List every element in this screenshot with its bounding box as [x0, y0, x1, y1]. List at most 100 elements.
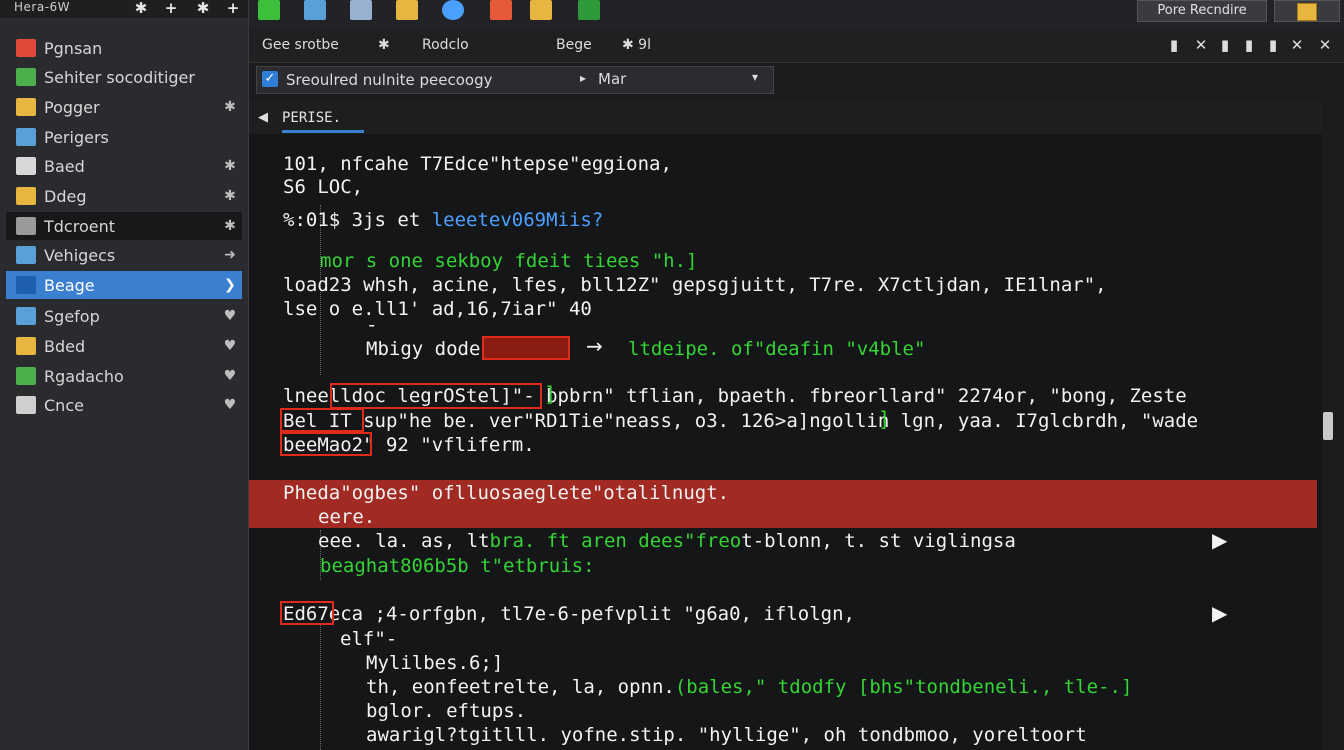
code-token: %:01$ 3js et — [283, 209, 432, 231]
code-line: beaghat806b5b t"etbruis: — [320, 555, 595, 577]
sidebar-item[interactable]: Sehiter socoditiger — [6, 63, 242, 91]
document-icon — [16, 307, 36, 325]
code-line: Ed67eca ;4-orfgbn, tl7e-6-pefvplit "g6a0… — [283, 603, 855, 625]
code-token: th, eonfeetrelte, la, opnn. — [366, 676, 675, 698]
sidebar-item[interactable]: Bded ♥ — [6, 332, 242, 360]
sidebar-item[interactable]: Pgnsan — [6, 34, 242, 62]
sidebar-item[interactable]: Cnce ♥ — [6, 391, 242, 419]
tab-file[interactable]: PERISE. — [282, 110, 341, 126]
tab-indicator — [282, 130, 364, 133]
folder-icon — [16, 68, 36, 86]
close-icon[interactable]: ✕ — [1286, 36, 1308, 54]
arrow-right-icon[interactable]: ➜ — [218, 247, 242, 263]
asterisk-icon[interactable]: ✱ — [192, 0, 214, 16]
code-line: Pheda"ogbes" oflluosaeglete"otalilnugt. — [283, 482, 730, 504]
pin-icon[interactable]: ✱ — [218, 158, 242, 174]
menu-item[interactable]: ✱ — [378, 37, 390, 53]
document-icon — [16, 367, 36, 385]
code-token: t-blonn, t. st viglingsa — [741, 530, 1016, 552]
code-token: bra. ft aren dees"freo — [489, 530, 742, 552]
code-line: Bel IT sup"he be. ver"RD1Tie"neass, o3. … — [283, 410, 1199, 432]
pin-icon[interactable]: ✱ — [218, 218, 242, 234]
sidebar-item-label: Cnce — [44, 395, 84, 415]
code-token: (bales," tdodfy [bhs"tondbeneli., tle-.] — [674, 676, 1133, 698]
error-marker — [280, 601, 334, 625]
close-icon[interactable]: ✕ — [1314, 36, 1336, 54]
filter-checkbox[interactable]: ✓ — [262, 71, 278, 87]
menu-item[interactable]: Rodclo — [422, 37, 469, 53]
menu-item[interactable]: Gee srotbe — [262, 37, 339, 53]
document-icon — [16, 246, 36, 264]
new-icon[interactable] — [258, 0, 280, 20]
document-icon — [16, 396, 36, 414]
folder-icon — [16, 337, 36, 355]
tab-bar — [249, 100, 1334, 134]
expand-arrow-icon[interactable]: ▶ — [1212, 528, 1227, 552]
open-icon[interactable] — [304, 0, 326, 20]
panel-icon[interactable]: ▮ — [1262, 36, 1284, 54]
document-icon — [16, 157, 36, 175]
window-icon[interactable] — [530, 0, 552, 20]
globe-icon[interactable] — [442, 0, 464, 20]
sidebar-item[interactable]: Perigers — [6, 123, 242, 151]
chevron-down-icon[interactable]: ▾ — [752, 70, 758, 84]
indent-guide — [320, 625, 321, 750]
asterisk-icon[interactable]: ✱ — [130, 0, 152, 16]
code-line: %:01$ 3js et leeetev069Miis? — [283, 209, 603, 231]
menu-item[interactable]: ✱ 9l — [622, 37, 651, 53]
heart-icon[interactable]: ♥ — [218, 338, 242, 354]
separator-icon: ▸ — [580, 71, 587, 85]
chevron-right-icon[interactable]: ❯ — [218, 277, 242, 293]
language-select[interactable]: Mar — [598, 70, 626, 88]
code-line: eee. la. as, ltbra. ft aren dees"freot-b… — [318, 530, 1016, 552]
sidebar-item-label: Beage — [44, 275, 95, 295]
sidebar-item-label: Pgnsan — [44, 38, 103, 58]
document-icon[interactable] — [350, 0, 372, 20]
panel-icon[interactable]: ▮ — [1214, 36, 1236, 54]
heart-icon[interactable]: ♥ — [218, 368, 242, 384]
sidebar-item[interactable]: Tdcroent ✱ — [6, 212, 242, 240]
menu-item[interactable]: Bege — [556, 37, 592, 53]
arrow-right-icon: → — [586, 334, 603, 358]
sidebar-item[interactable]: Baed ✱ — [6, 152, 242, 180]
close-icon[interactable]: ✕ — [1190, 36, 1212, 54]
image-icon[interactable] — [490, 0, 512, 20]
edit-icon[interactable] — [396, 0, 418, 20]
plus-icon[interactable]: + — [160, 0, 182, 16]
scrollbar-thumb[interactable] — [1323, 412, 1333, 440]
panel-icon[interactable]: ▮ — [1238, 36, 1260, 54]
pin-icon[interactable]: ✱ — [218, 188, 242, 204]
code-line: bglor. eftups. — [366, 700, 527, 722]
top-right-button[interactable]: Pore Recndire — [1137, 0, 1267, 22]
sidebar-item[interactable]: Sgefop ♥ — [6, 302, 242, 330]
document-icon — [16, 217, 36, 235]
folder-button[interactable] — [1274, 0, 1340, 22]
grid-icon[interactable] — [578, 0, 600, 20]
sidebar-item[interactable]: Rgadacho ♥ — [6, 362, 242, 390]
code-line: lse o e.ll1' ad,16,7iar" 40 — [283, 298, 592, 320]
code-token: eee. la. as, lt — [318, 530, 490, 552]
code-line: - — [366, 314, 378, 336]
heart-icon[interactable]: ♥ — [218, 308, 242, 324]
sidebar-item[interactable]: Ddeg ✱ — [6, 182, 242, 210]
sidebar-item-label: Ddeg — [44, 186, 87, 206]
code-token: leeetev069Miis? — [431, 209, 604, 231]
sidebar-item[interactable]: Pogger ✱ — [6, 93, 242, 121]
error-marker — [280, 408, 364, 432]
sidebar-item-label: Baed — [44, 156, 85, 176]
sidebar-item-label: Sehiter socoditiger — [44, 67, 195, 87]
error-marker — [280, 432, 372, 456]
panel-icon[interactable]: ▮ — [1163, 36, 1185, 54]
sidebar-item-selected[interactable]: Beage ❯ — [6, 271, 242, 299]
folder-icon — [16, 187, 36, 205]
expand-arrow-icon[interactable]: ▶ — [1212, 601, 1227, 625]
sidebar-item[interactable]: Vehigecs ➜ — [6, 241, 242, 269]
heart-icon[interactable]: ♥ — [218, 397, 242, 413]
error-marker — [482, 336, 570, 360]
arrow-left-icon[interactable]: ◀ — [258, 110, 268, 125]
document-icon — [16, 128, 36, 146]
plus-icon[interactable]: + — [222, 0, 244, 16]
sidebar-item-label: Sgefop — [44, 306, 100, 326]
folder-icon — [16, 39, 36, 57]
pin-icon[interactable]: ✱ — [218, 99, 242, 115]
